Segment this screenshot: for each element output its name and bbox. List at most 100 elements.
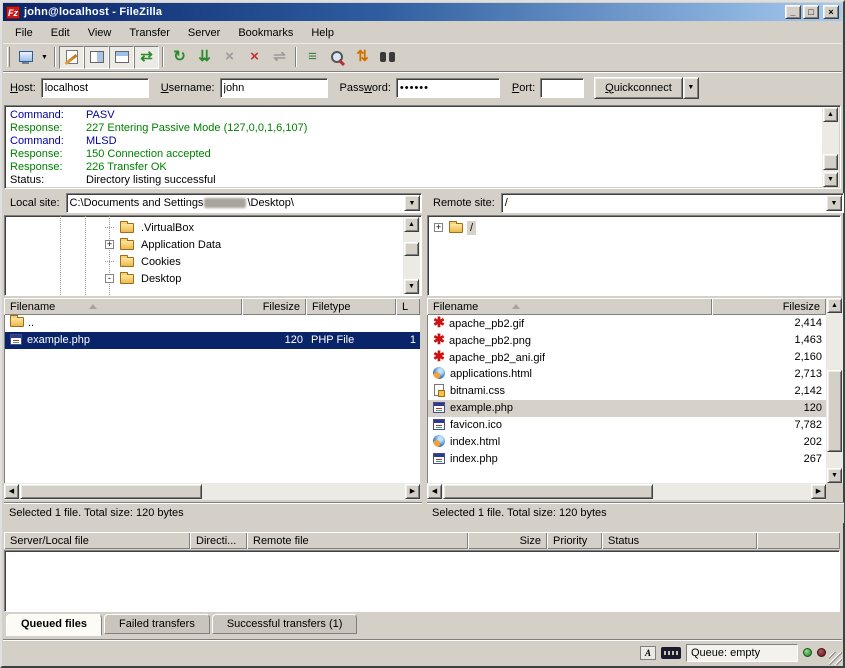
port-input[interactable] <box>540 78 584 98</box>
quickconnect-button[interactable]: Quickconnect <box>594 77 683 99</box>
menu-view[interactable]: View <box>79 25 121 41</box>
site-manager-button[interactable] <box>13 46 38 69</box>
local-site-combobox[interactable]: C:\Documents and Settings\Desktop\ ▼ <box>66 193 422 213</box>
column-header-priority[interactable]: Priority <box>547 532 602 549</box>
file-row[interactable]: .. <box>5 315 420 332</box>
tree-item[interactable]: Cookies <box>5 253 421 270</box>
remote-hscroll-thumb[interactable] <box>443 484 653 499</box>
local-tree-scrollbar[interactable]: ▲ ▼ <box>403 217 420 294</box>
local-site-dropdown-icon[interactable]: ▼ <box>404 195 420 211</box>
sync-browsing-button[interactable]: ⇅ <box>350 46 375 69</box>
scroll-up-icon[interactable]: ▲ <box>823 107 838 122</box>
remote-site-combobox[interactable]: / ▼ <box>501 193 844 213</box>
scroll-up-icon[interactable]: ▲ <box>827 298 842 313</box>
password-input[interactable] <box>396 78 500 98</box>
log-scroll-thumb[interactable] <box>823 154 838 170</box>
log-type: Response: <box>10 161 86 174</box>
column-header-filename[interactable]: Filename <box>427 298 712 315</box>
file-row[interactable]: applications.html2,713 <box>428 366 826 383</box>
folder-icon <box>120 257 134 267</box>
reconnect-button[interactable]: ⇌ <box>267 46 292 69</box>
file-row[interactable]: ✱apache_pb2.gif2,414 <box>428 315 826 332</box>
column-header-filesize[interactable]: Filesize <box>712 298 826 315</box>
remote-list-scroll-thumb[interactable] <box>827 370 842 452</box>
toggle-transfer-queue-button[interactable]: ⇄ <box>134 46 159 69</box>
log-type: Command: <box>10 109 86 122</box>
resize-grip[interactable] <box>829 652 842 665</box>
find-files-button[interactable] <box>375 46 400 69</box>
tab-failed-transfers[interactable]: Failed transfers <box>104 614 210 634</box>
file-row[interactable]: bitnami.css2,142 <box>428 383 826 400</box>
scroll-right-icon[interactable]: ▶ <box>405 484 420 499</box>
refresh-button[interactable]: ↻ <box>167 46 192 69</box>
tab-successful-transfers-1[interactable]: Successful transfers (1) <box>212 614 358 634</box>
site-manager-dropdown-icon[interactable]: ▼ <box>38 46 51 69</box>
menu-edit[interactable]: Edit <box>42 25 79 41</box>
remote-site-dropdown-icon[interactable]: ▼ <box>826 195 842 211</box>
scroll-down-icon[interactable]: ▼ <box>404 279 419 294</box>
column-header-blank[interactable] <box>757 532 840 549</box>
menu-transfer[interactable]: Transfer <box>120 25 179 41</box>
log-row: Response:226 Transfer OK <box>10 161 821 174</box>
scroll-left-icon[interactable]: ◀ <box>427 484 442 499</box>
php-icon <box>433 402 445 413</box>
local-list-hscrollbar[interactable]: ◀ ▶ <box>4 483 420 500</box>
toolbar-separator <box>295 47 297 67</box>
file-row[interactable]: ✱apache_pb2.png1,463 <box>428 332 826 349</box>
scroll-down-icon[interactable]: ▼ <box>823 172 838 187</box>
file-row[interactable]: ✱apache_pb2_ani.gif2,160 <box>428 349 826 366</box>
maximize-button[interactable]: □ <box>803 5 819 19</box>
scroll-left-icon[interactable]: ◀ <box>4 484 19 499</box>
local-hscroll-thumb[interactable] <box>20 484 202 499</box>
toggle-remote-tree-button[interactable] <box>109 46 134 69</box>
remote-list-scrollbar[interactable]: ▲ ▼ <box>826 298 843 483</box>
remote-site-label: Remote site: <box>427 197 501 209</box>
tree-item[interactable]: .VirtualBox <box>5 219 421 236</box>
menu-help[interactable]: Help <box>302 25 343 41</box>
column-header-filename[interactable]: Filename <box>4 298 242 315</box>
column-header-directi[interactable]: Directi... <box>190 532 247 549</box>
column-header-server-local-file[interactable]: Server/Local file <box>4 532 190 549</box>
column-header-status[interactable]: Status <box>602 532 757 549</box>
toggle-local-tree-button[interactable] <box>84 46 109 69</box>
scroll-right-icon[interactable]: ▶ <box>811 484 826 499</box>
host-input[interactable] <box>41 78 149 98</box>
column-header-remote-file[interactable]: Remote file <box>247 532 468 549</box>
expander-icon[interactable]: + <box>105 240 114 249</box>
speed-limits-icon[interactable] <box>661 647 681 659</box>
file-row[interactable]: index.php267 <box>428 451 826 468</box>
cancel-operation-button[interactable]: × <box>217 46 242 69</box>
menu-file[interactable]: File <box>6 25 42 41</box>
scroll-up-icon[interactable]: ▲ <box>404 217 419 232</box>
disconnect-button[interactable]: × <box>242 46 267 69</box>
tab-queued-files[interactable]: Queued files <box>6 614 102 636</box>
file-row[interactable]: example.php120PHP File1 <box>5 332 420 349</box>
remote-list-hscrollbar[interactable]: ◀ ▶ <box>427 483 826 500</box>
column-header-l[interactable]: L <box>396 298 420 315</box>
expander-icon[interactable]: + <box>434 223 443 232</box>
tree-item[interactable]: +Application Data <box>5 236 421 253</box>
scroll-down-icon[interactable]: ▼ <box>827 468 842 483</box>
menu-server[interactable]: Server <box>179 25 229 41</box>
expander-icon[interactable]: - <box>105 274 114 283</box>
quickconnect-dropdown-icon[interactable]: ▼ <box>683 77 699 99</box>
tree-item[interactable]: - Desktop <box>5 270 421 287</box>
tree-item[interactable]: +/ <box>428 219 840 236</box>
username-input[interactable] <box>220 78 328 98</box>
file-row[interactable]: favicon.ico7,782 <box>428 417 826 434</box>
menu-bookmarks[interactable]: Bookmarks <box>229 25 302 41</box>
process-queue-button[interactable]: ⇊ <box>192 46 217 69</box>
local-tree-scroll-thumb[interactable] <box>404 242 419 256</box>
log-scrollbar[interactable]: ▲ ▼ <box>822 107 839 187</box>
minimize-button[interactable]: _ <box>785 5 801 19</box>
filter-button[interactable]: ≡ <box>300 46 325 69</box>
file-row[interactable]: example.php120 <box>428 400 826 417</box>
close-button[interactable]: × <box>823 5 839 19</box>
column-header-filetype[interactable]: Filetype <box>306 298 396 315</box>
tree-item-label: Desktop <box>138 272 184 286</box>
file-row[interactable]: index.html202 <box>428 434 826 451</box>
compare-directories-button[interactable] <box>325 46 350 69</box>
column-header-filesize[interactable]: Filesize <box>242 298 306 315</box>
column-header-size[interactable]: Size <box>468 532 547 549</box>
toggle-message-log-button[interactable] <box>59 46 84 69</box>
